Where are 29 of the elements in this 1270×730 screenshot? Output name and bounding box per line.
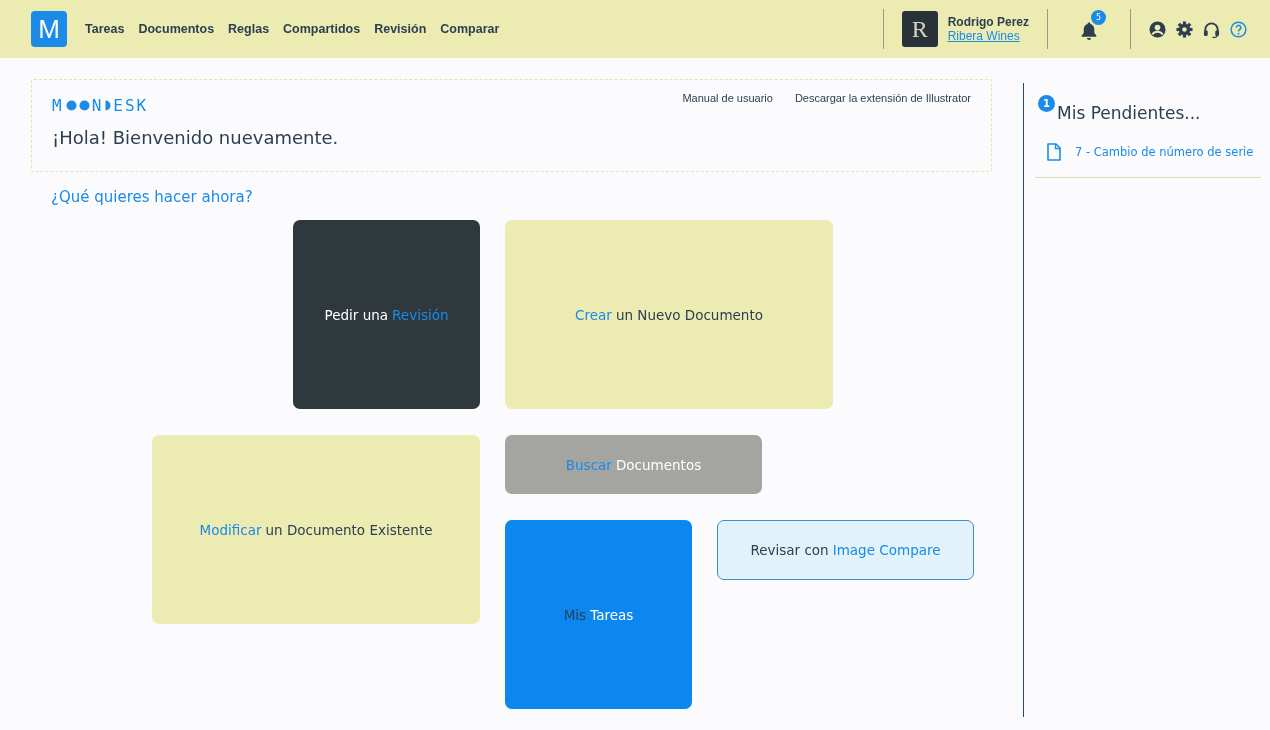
document-tile[interactable]: Modificar un Documento Existente <box>152 435 480 624</box>
pending-title: Mis Pendientes... <box>1057 103 1202 123</box>
moondesk-logo: M N ESK <box>52 96 149 115</box>
document-icon <box>1047 143 1061 161</box>
header-link[interactable]: Manual de usuario <box>682 92 773 104</box>
company-avatar: R <box>901 11 938 47</box>
prompt-text: ¿Qué quieres hacer ahora? <box>51 188 254 206</box>
pending-item-link[interactable]: 7 - Cambio de número de serie <box>1075 145 1254 159</box>
nav-link[interactable]: Compartidos <box>283 22 361 36</box>
nav-link[interactable]: Tareas <box>85 22 125 36</box>
header-link[interactable]: Descargar la extensión de Illustrator <box>794 92 971 104</box>
pending-count-badge: 1 <box>1038 95 1055 112</box>
document-tile[interactable]: Crear un Nuevo Documento <box>505 220 833 409</box>
headset-icon[interactable] <box>1203 20 1220 38</box>
bell-icon[interactable] <box>1081 22 1097 40</box>
nav-link[interactable]: Comparar <box>440 22 500 36</box>
user-name: Rodrigo Perez <box>947 15 1029 29</box>
help-icon[interactable] <box>1230 20 1247 38</box>
nav-link[interactable]: Documentos <box>138 22 215 36</box>
user-icon[interactable] <box>1149 20 1166 38</box>
request-review-tile[interactable]: Pedir una Revisión <box>293 220 480 409</box>
nav-link[interactable]: Reglas <box>228 22 270 36</box>
compare-tile[interactable]: Revisar con Image Compare <box>717 520 974 580</box>
notification-badge: 5 <box>1091 10 1106 25</box>
app-logo[interactable]: M <box>31 11 67 47</box>
tasks-tile[interactable]: Mis Tareas <box>505 520 692 709</box>
settings-icon[interactable] <box>1176 20 1193 38</box>
nav-link[interactable]: Revisión <box>374 22 427 36</box>
welcome-greeting: ¡Hola! Bienvenido nuevamente. <box>52 127 340 148</box>
